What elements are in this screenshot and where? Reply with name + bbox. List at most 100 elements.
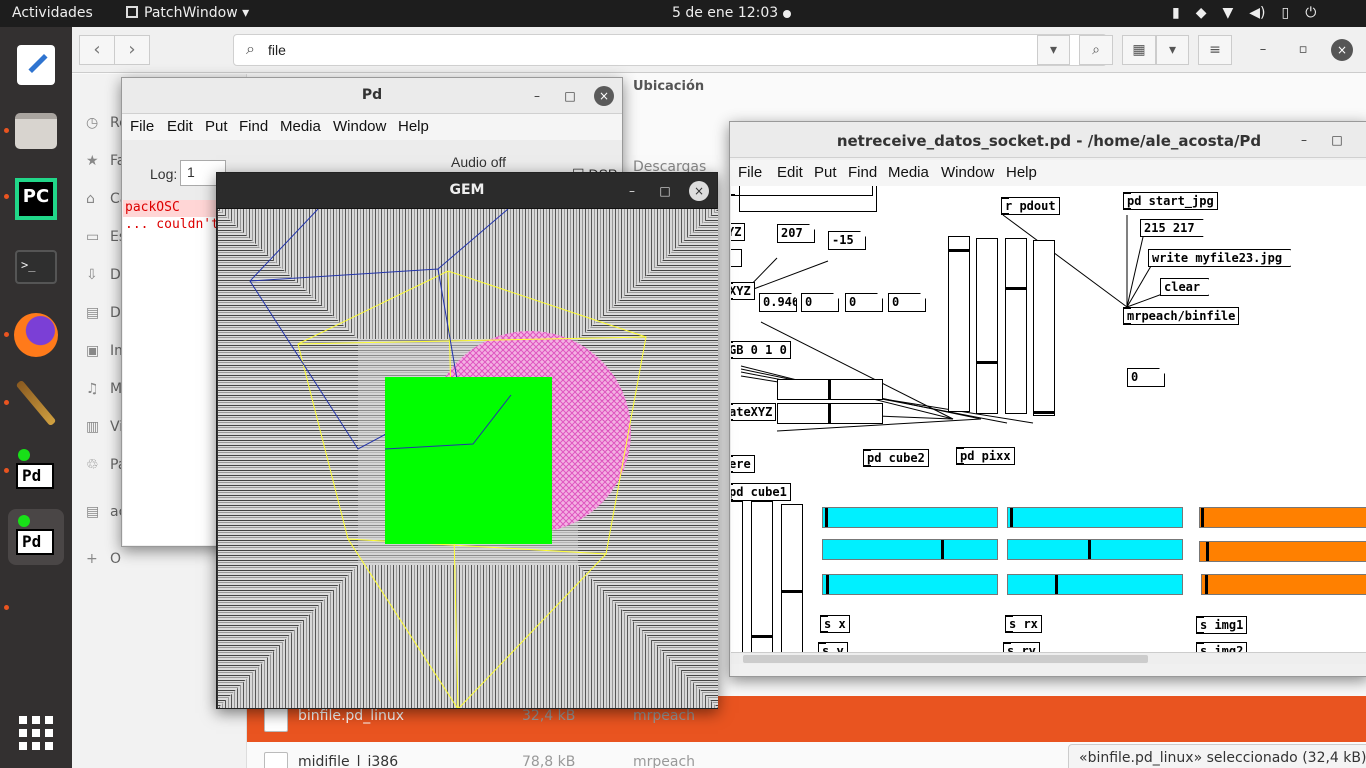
wifi-icon[interactable]: ▼ (1223, 5, 1234, 21)
menu-file[interactable]: File (130, 118, 154, 135)
dock-pycharm[interactable]: PC (8, 171, 64, 227)
vslider[interactable] (948, 236, 970, 412)
close-button[interactable]: × (594, 86, 614, 106)
hslider-cyan[interactable] (1007, 507, 1183, 528)
scrollbar-thumb[interactable] (743, 655, 1148, 663)
object-pd-pixx[interactable]: pd pixx (956, 447, 1015, 465)
hslider-cyan[interactable] (822, 574, 998, 595)
object-pd-cube1[interactable]: pd cube1 (731, 483, 791, 501)
number-box[interactable]: 207 (777, 224, 815, 243)
vslider[interactable] (1033, 240, 1055, 416)
hslider-orange[interactable] (1199, 507, 1366, 528)
sidebar-item-music[interactable]: ♫ M (86, 381, 122, 397)
number-box[interactable]: 0 (1127, 368, 1165, 387)
menu-help[interactable]: Help (1006, 164, 1037, 181)
search-options-button[interactable]: ▾ (1037, 35, 1070, 65)
dock-firefox[interactable] (8, 307, 64, 363)
system-tray[interactable]: ▮ ◆ ▼ ◀) ▯ ⏻ (1172, 5, 1316, 21)
vslider[interactable] (781, 504, 803, 664)
minimize-button[interactable]: – (1252, 39, 1274, 61)
search-box[interactable]: ⌕ × (233, 34, 1107, 66)
show-apps-button[interactable] (8, 705, 64, 761)
number-box[interactable]: -15 (828, 231, 866, 250)
hslider-cyan[interactable] (1007, 574, 1183, 595)
object-partial[interactable] (731, 249, 742, 267)
message-write-file[interactable]: write myfile23.jpg (1148, 249, 1291, 267)
maximize-button[interactable]: ▫ (1292, 39, 1314, 61)
horizontal-scrollbar[interactable] (731, 652, 1366, 664)
maximize-button[interactable]: □ (560, 86, 580, 106)
gem-render[interactable] (218, 209, 718, 708)
hslider-orange[interactable] (1199, 541, 1366, 562)
view-grid-button[interactable]: ▦ (1122, 35, 1156, 65)
hslider[interactable] (777, 403, 883, 424)
object-r-pdout[interactable]: r pdout (1001, 197, 1060, 215)
object-s-img1[interactable]: s img1 (1196, 616, 1248, 634)
column-header-location[interactable]: Ubicación (633, 79, 704, 94)
dock-pd-1[interactable]: Pd (8, 443, 64, 499)
menu-media[interactable]: Media (888, 164, 929, 181)
menu-find[interactable]: Find (239, 118, 268, 135)
minimize-button[interactable]: – (1294, 130, 1314, 150)
patch-canvas[interactable]: r pdout pd start_jpg 215 217 write myfil… (731, 186, 1366, 664)
close-button[interactable]: × (689, 181, 709, 201)
dock-pen-app[interactable] (8, 375, 64, 431)
object-pd-cube2[interactable]: pd cube2 (863, 449, 929, 467)
object-xyz[interactable]: XYZ (731, 282, 755, 300)
dock-files[interactable] (8, 103, 64, 159)
hslider-cyan[interactable] (1007, 539, 1183, 560)
hslider-orange[interactable] (1201, 574, 1366, 595)
patch-titlebar[interactable]: netreceive_datos_socket.pd - /home/ale_a… (730, 122, 1366, 158)
canvas-box[interactable] (739, 186, 877, 212)
object-rotate[interactable]: ateXYZ (731, 403, 777, 421)
object-rgb[interactable]: GB 0 1 0 (731, 341, 791, 359)
object-sphere[interactable]: ere (731, 455, 755, 473)
menu-put[interactable]: Put (814, 164, 837, 181)
number-box[interactable]: 0 (888, 293, 926, 312)
back-button[interactable]: ‹ (79, 35, 115, 65)
clipboard-icon[interactable]: ▮ (1172, 5, 1180, 21)
message-215-217[interactable]: 215 217 (1140, 219, 1204, 237)
message-clear[interactable]: clear (1160, 278, 1209, 296)
vslider[interactable] (751, 501, 773, 664)
number-box[interactable]: 0 (801, 293, 839, 312)
hamburger-menu-button[interactable]: ≡ (1198, 35, 1232, 65)
object-s-x[interactable]: s x (820, 615, 850, 633)
sidebar-item-videos[interactable]: ▥ Vi (86, 419, 123, 435)
object-xyz[interactable]: YZ (731, 223, 746, 241)
menu-window[interactable]: Window (333, 118, 386, 135)
hslider-cyan[interactable] (822, 507, 998, 528)
object-s-rx[interactable]: s rx (1005, 615, 1042, 633)
search-toggle-button[interactable]: ⌕ (1079, 35, 1113, 65)
view-options-button[interactable]: ▾ (1156, 35, 1189, 65)
hslider-cyan[interactable] (822, 539, 998, 560)
vslider[interactable] (1005, 238, 1027, 414)
maximize-button[interactable]: □ (655, 181, 675, 201)
minimize-button[interactable]: – (622, 181, 642, 201)
number-box[interactable]: 0 (845, 293, 883, 312)
battery-icon[interactable]: ▯ (1282, 5, 1290, 21)
activities-button[interactable]: Actividades (12, 5, 93, 21)
menu-edit[interactable]: Edit (777, 164, 803, 181)
dock-terminal[interactable]: >_ (8, 239, 64, 295)
volume-icon[interactable]: ◀) (1249, 5, 1265, 21)
maximize-button[interactable]: □ (1327, 130, 1347, 150)
dock-pd-2[interactable]: Pd (8, 509, 64, 565)
menu-file[interactable]: File (738, 164, 762, 181)
pd-titlebar[interactable]: Pd – □ × (122, 78, 622, 114)
number-box[interactable]: 0.946 (759, 293, 797, 312)
object-mrpeach-binfile[interactable]: mrpeach/binfile (1123, 307, 1240, 325)
vslider[interactable] (976, 238, 998, 414)
sidebar-item-other[interactable]: + O (86, 551, 121, 567)
close-button[interactable]: × (1331, 39, 1353, 61)
vslider[interactable] (731, 501, 743, 664)
menu-media[interactable]: Media (280, 118, 321, 135)
hslider[interactable] (777, 379, 883, 400)
app-menu[interactable]: PatchWindow ▾ (126, 5, 249, 21)
menu-edit[interactable]: Edit (167, 118, 193, 135)
shield-icon[interactable]: ◆ (1196, 5, 1207, 21)
search-input[interactable] (268, 40, 1028, 60)
minimize-button[interactable]: – (527, 86, 547, 106)
menu-put[interactable]: Put (205, 118, 228, 135)
forward-button[interactable]: › (114, 35, 150, 65)
